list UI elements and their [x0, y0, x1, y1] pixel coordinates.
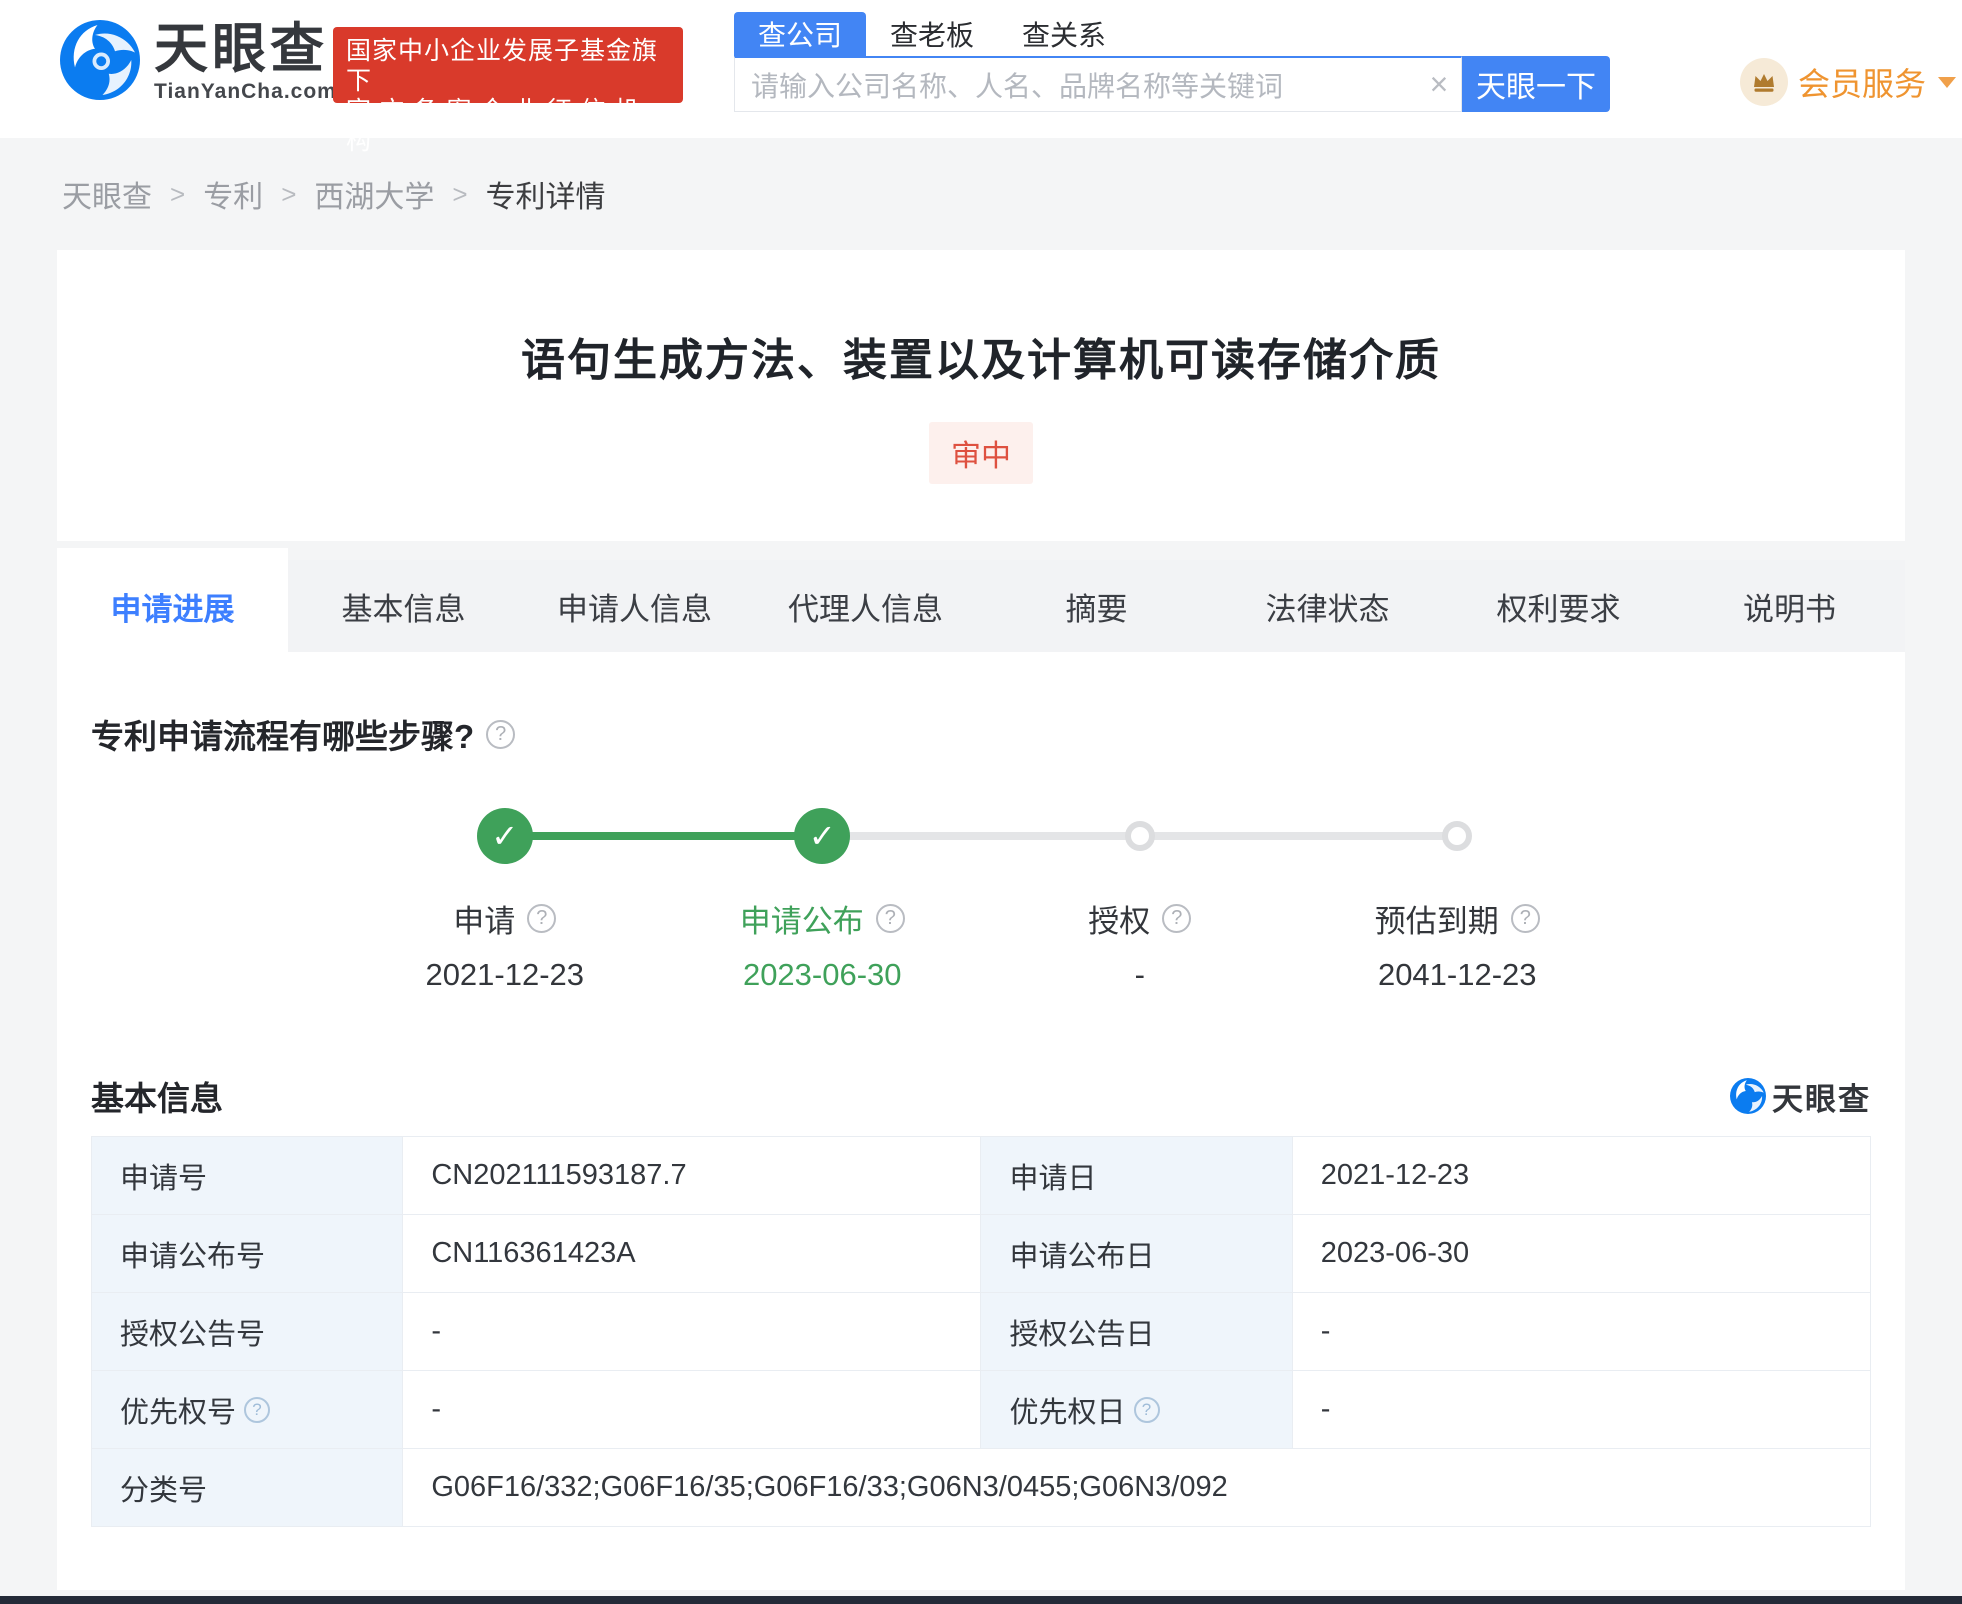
search-tabs: 查公司 查老板 查关系 — [734, 12, 1610, 56]
field-value: - — [1291, 1292, 1872, 1371]
brand-domain: TianYanCha.com — [154, 80, 337, 103]
search-area: 查公司 查老板 查关系 请输入公司名称、人名、品牌名称等关键词 × 天眼一下 — [734, 12, 1610, 112]
step-label: 授权 — [1088, 904, 1151, 939]
table-row: 申请号 CN202111593187.7 申请日 2021-12-23 — [90, 1136, 1872, 1215]
check-icon: ✓ — [476, 808, 533, 864]
tianyancha-logo-icon — [1730, 1078, 1766, 1114]
table-row: 优先权号 ? - 优先权日 ? - — [90, 1370, 1872, 1449]
tab-claims[interactable]: 权利要求 — [1443, 560, 1674, 652]
search-input[interactable]: 请输入公司名称、人名、品牌名称等关键词 × — [734, 56, 1462, 112]
help-icon[interactable]: ? — [486, 719, 516, 749]
progress-step-publication: ✓ 申请公布 ? 2023-06-30 — [664, 808, 982, 993]
basic-info-table: 申请号 CN202111593187.7 申请日 2021-12-23 申请公布… — [90, 1136, 1872, 1527]
field-value: - — [402, 1292, 982, 1371]
field-value: - — [1291, 1370, 1872, 1449]
member-services[interactable]: 会员服务 — [1740, 58, 1957, 106]
table-row: 申请公布号 CN116361423A 申请公布日 2023-06-30 — [90, 1214, 1872, 1293]
field-label: 申请日 — [980, 1136, 1293, 1215]
breadcrumb-separator: > — [452, 178, 468, 209]
table-row: 分类号 G06F16/332;G06F16/35;G06F16/33;G06N3… — [90, 1448, 1871, 1527]
help-icon[interactable]: ? — [244, 1396, 271, 1423]
field-label: 优先权号 ? — [90, 1370, 404, 1449]
progress-timeline: ✓ 申请 ? 2021-12-23 ✓ 申请公布 ? 2023-06-30 授权… — [346, 808, 1616, 993]
field-label: 授权公告日 — [980, 1292, 1293, 1371]
certification-badge: 国家中小企业发展子基金旗下 官方备案企业征信机构 — [333, 27, 683, 155]
chevron-down-icon — [1938, 76, 1957, 88]
help-icon[interactable]: ? — [875, 904, 905, 933]
pending-dot-icon — [1124, 821, 1155, 851]
breadcrumb-separator: > — [281, 178, 297, 209]
tab-abstract[interactable]: 摘要 — [981, 560, 1212, 652]
watermark-brand: 天眼查 — [1772, 1081, 1871, 1117]
field-value: 2021-12-23 — [1291, 1136, 1872, 1215]
help-icon[interactable]: ? — [1510, 904, 1540, 933]
search-tab-company[interactable]: 查公司 — [734, 12, 867, 56]
breadcrumb-separator: > — [170, 178, 186, 209]
patent-title-card: 语句生成方法、装置以及计算机可读存储介质 审中 — [57, 250, 1905, 541]
tab-legal-status[interactable]: 法律状态 — [1212, 560, 1443, 652]
tab-applicant-info[interactable]: 申请人信息 — [519, 560, 750, 652]
progress-step-apply: ✓ 申请 ? 2021-12-23 — [346, 808, 664, 993]
field-value: CN202111593187.7 — [402, 1136, 982, 1215]
check-icon: ✓ — [794, 808, 851, 864]
search-tab-boss[interactable]: 查老板 — [866, 12, 998, 56]
pending-dot-icon — [1442, 821, 1473, 851]
crown-icon — [1740, 58, 1788, 106]
breadcrumb-university[interactable]: 西湖大学 — [314, 172, 434, 216]
patent-title: 语句生成方法、装置以及计算机可读存储介质 — [521, 336, 1441, 385]
content-card: 专利申请流程有哪些步骤? ? ✓ 申请 ? 2021-12-23 ✓ 申请公布 … — [57, 652, 1905, 1590]
search-placeholder: 请输入公司名称、人名、品牌名称等关键词 — [751, 70, 1284, 102]
step-label: 申请 — [453, 904, 516, 939]
search-tab-relation[interactable]: 查关系 — [998, 12, 1130, 56]
breadcrumb: 天眼查 > 专利 > 西湖大学 > 专利详情 — [0, 138, 1962, 250]
breadcrumb-current: 专利详情 — [485, 181, 606, 214]
status-badge: 审中 — [929, 422, 1033, 484]
help-icon[interactable]: ? — [1162, 904, 1192, 933]
tianyancha-logo-icon — [60, 20, 140, 100]
field-label: 申请公布日 — [980, 1214, 1293, 1293]
field-label: 申请号 — [90, 1136, 404, 1215]
tab-application-progress[interactable]: 申请进展 — [57, 548, 288, 652]
brand-name: 天眼查 — [154, 19, 328, 79]
field-value: G06F16/332;G06F16/35;G06F16/33;G06N3/045… — [402, 1448, 1871, 1527]
progress-step-expiry: 预估到期 ? 2041-12-23 — [1299, 808, 1617, 993]
badge-line1: 国家中小企业发展子基金旗下 — [346, 37, 659, 95]
tab-agent-info[interactable]: 代理人信息 — [750, 560, 981, 652]
progress-heading: 专利申请流程有哪些步骤? — [91, 718, 475, 755]
step-date: 2023-06-30 — [742, 957, 902, 992]
help-icon[interactable]: ? — [1133, 1396, 1160, 1423]
watermark-logo: 天眼查 — [1730, 1074, 1871, 1119]
step-date: 2041-12-23 — [1377, 957, 1537, 992]
field-label: 授权公告号 — [90, 1292, 404, 1371]
tab-specification[interactable]: 说明书 — [1674, 560, 1905, 652]
search-button[interactable]: 天眼一下 — [1462, 56, 1610, 112]
tianyancha-logo[interactable]: 天眼查 TianYanCha.com — [60, 20, 337, 104]
breadcrumb-patent[interactable]: 专利 — [203, 172, 263, 216]
tab-basic-info[interactable]: 基本信息 — [288, 560, 519, 652]
detail-tabs: 申请进展 基本信息 申请人信息 代理人信息 摘要 法律状态 权利要求 说明书 — [57, 548, 1905, 652]
step-label: 申请公布 — [739, 904, 864, 939]
breadcrumb-home[interactable]: 天眼查 — [62, 172, 152, 216]
step-date: 2021-12-23 — [425, 957, 585, 992]
field-label: 优先权日 ? — [980, 1370, 1293, 1449]
field-value: 2023-06-30 — [1291, 1214, 1872, 1293]
field-value: - — [402, 1370, 982, 1449]
help-icon[interactable]: ? — [527, 904, 557, 933]
field-label: 申请公布号 — [90, 1214, 404, 1293]
badge-line2: 官方备案企业征信机构 — [346, 97, 648, 155]
progress-step-grant: 授权 ? - — [981, 808, 1299, 993]
page-header: 天眼查 TianYanCha.com 国家中小企业发展子基金旗下 官方备案企业征… — [0, 0, 1962, 155]
field-value: CN116361423A — [402, 1214, 982, 1293]
step-date: - — [1134, 957, 1145, 992]
table-row: 授权公告号 - 授权公告日 - — [90, 1292, 1872, 1371]
footer-bar — [0, 1596, 1962, 1604]
clear-icon[interactable]: × — [1417, 66, 1461, 103]
step-label: 预估到期 — [1374, 904, 1499, 939]
field-label: 分类号 — [90, 1448, 404, 1527]
basic-info-heading: 基本信息 — [91, 1080, 223, 1117]
member-services-label: 会员服务 — [1798, 66, 1927, 102]
